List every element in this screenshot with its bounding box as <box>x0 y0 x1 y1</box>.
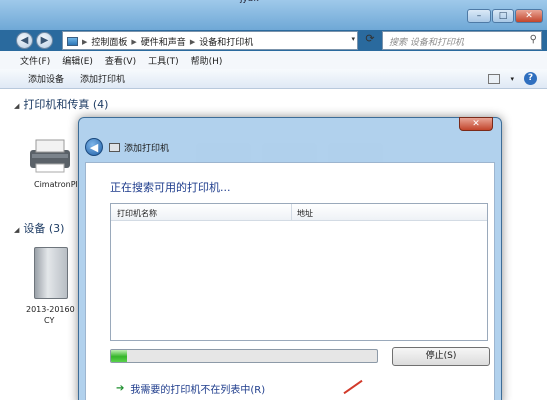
collapse-icon: ◢ <box>14 226 20 234</box>
add-device-button[interactable]: 添加设备 <box>28 72 64 85</box>
computer-drive-icon[interactable] <box>34 247 68 299</box>
search-icon[interactable]: ⚲ <box>530 34 537 45</box>
add-printer-dialog: ✕ ◀ 添加打印机 正在搜索可用的打印机... 打印机名称 地址 停止(S) ➔… <box>78 117 502 400</box>
menu-tools[interactable]: 工具(T) <box>148 54 179 67</box>
device-label-line2: CY <box>44 316 55 325</box>
window-titlebar[interactable]: jybk – □ ✕ <box>0 0 547 30</box>
forward-arrow-icon[interactable]: ▶ <box>36 32 53 49</box>
menu-bar: 文件(F) 编辑(E) 查看(V) 工具(T) 帮助(H) <box>0 51 547 69</box>
dialog-close-button[interactable]: ✕ <box>459 117 493 131</box>
dialog-header: ◀ 添加打印机 <box>85 138 169 156</box>
menu-edit[interactable]: 编辑(E) <box>62 54 93 67</box>
printer-not-listed-link[interactable]: ➔ 我需要的打印机不在列表中(R) <box>116 381 265 396</box>
printer-list[interactable]: 打印机名称 地址 <box>110 203 488 341</box>
view-options-icon[interactable] <box>488 73 501 84</box>
progress-fill <box>111 350 127 362</box>
menu-file[interactable]: 文件(F) <box>20 54 50 67</box>
printer-icon[interactable] <box>26 136 74 176</box>
menu-help[interactable]: 帮助(H) <box>191 54 223 67</box>
dialog-title: 添加打印机 <box>124 143 170 154</box>
back-arrow-icon[interactable]: ◀ <box>16 32 33 49</box>
menu-view[interactable]: 查看(V) <box>105 54 136 67</box>
dialog-back-icon[interactable]: ◀ <box>85 138 103 156</box>
add-printer-button[interactable]: 添加打印机 <box>80 72 125 85</box>
search-input[interactable]: 搜索 设备和打印机 ⚲ <box>382 31 542 50</box>
search-placeholder: 搜索 设备和打印机 <box>389 38 464 48</box>
list-header: 打印机名称 地址 <box>111 204 487 221</box>
breadcrumb-control-panel[interactable]: 控制面板 <box>91 35 127 48</box>
stop-button[interactable]: 停止(S) <box>392 347 490 366</box>
breadcrumb-separator: ▶ <box>189 37 196 46</box>
breadcrumb-hardware-sound[interactable]: 硬件和声音 <box>141 35 186 48</box>
address-dropdown-icon[interactable]: ▾ <box>351 35 355 43</box>
group-devices-header[interactable]: ◢ 设备 (3) <box>14 220 64 236</box>
printer-not-listed-label[interactable]: 我需要的打印机不在列表中(R) <box>130 381 265 396</box>
breadcrumb: ▶ 控制面板 ▶ 硬件和声音 ▶ 设备和打印机 <box>67 35 253 48</box>
group-printers-label: 打印机和传真 (4) <box>23 98 109 111</box>
minimize-button[interactable]: – <box>467 9 491 23</box>
searching-heading: 正在搜索可用的打印机... <box>110 181 231 194</box>
green-arrow-icon: ➔ <box>116 383 125 394</box>
refresh-icon[interactable]: ⟳ <box>362 32 378 49</box>
breadcrumb-separator: ▶ <box>131 37 137 46</box>
window-title: jybk <box>240 0 259 4</box>
help-icon[interactable]: ? <box>524 72 537 85</box>
group-printers-header[interactable]: ◢ 打印机和传真 (4) <box>14 96 108 112</box>
printer-icon <box>109 142 120 152</box>
device-label-line1: 2013-20160 <box>26 305 75 314</box>
command-bar: 添加设备 添加打印机 <box>0 69 547 89</box>
column-divider[interactable] <box>291 204 292 221</box>
close-button[interactable]: ✕ <box>515 9 543 23</box>
dialog-body: 正在搜索可用的打印机... 打印机名称 地址 停止(S) ➔ 我需要的打印机不在… <box>85 162 495 400</box>
column-address[interactable]: 地址 <box>297 208 313 219</box>
command-bar-right: ▾ ? <box>488 72 537 85</box>
search-progress-bar <box>110 349 378 363</box>
control-panel-icon <box>67 37 78 46</box>
breadcrumb-devices-printers[interactable]: 设备和打印机 <box>199 35 253 48</box>
collapse-icon: ◢ <box>14 102 20 110</box>
breadcrumb-separator: ▶ <box>82 37 88 46</box>
view-dropdown-icon[interactable]: ▾ <box>510 75 514 83</box>
group-devices-label: 设备 (3) <box>23 222 65 235</box>
printer-label: CimatronPl <box>34 180 78 189</box>
address-bar[interactable]: ▶ 控制面板 ▶ 硬件和声音 ▶ 设备和打印机 ▾ <box>62 31 358 50</box>
column-printer-name[interactable]: 打印机名称 <box>117 208 157 219</box>
maximize-button[interactable]: □ <box>492 9 514 23</box>
navigation-bar: ◀ ▶ ▶ 控制面板 ▶ 硬件和声音 ▶ 设备和打印机 ▾ ⟳ 搜索 设备和打印… <box>0 30 547 51</box>
